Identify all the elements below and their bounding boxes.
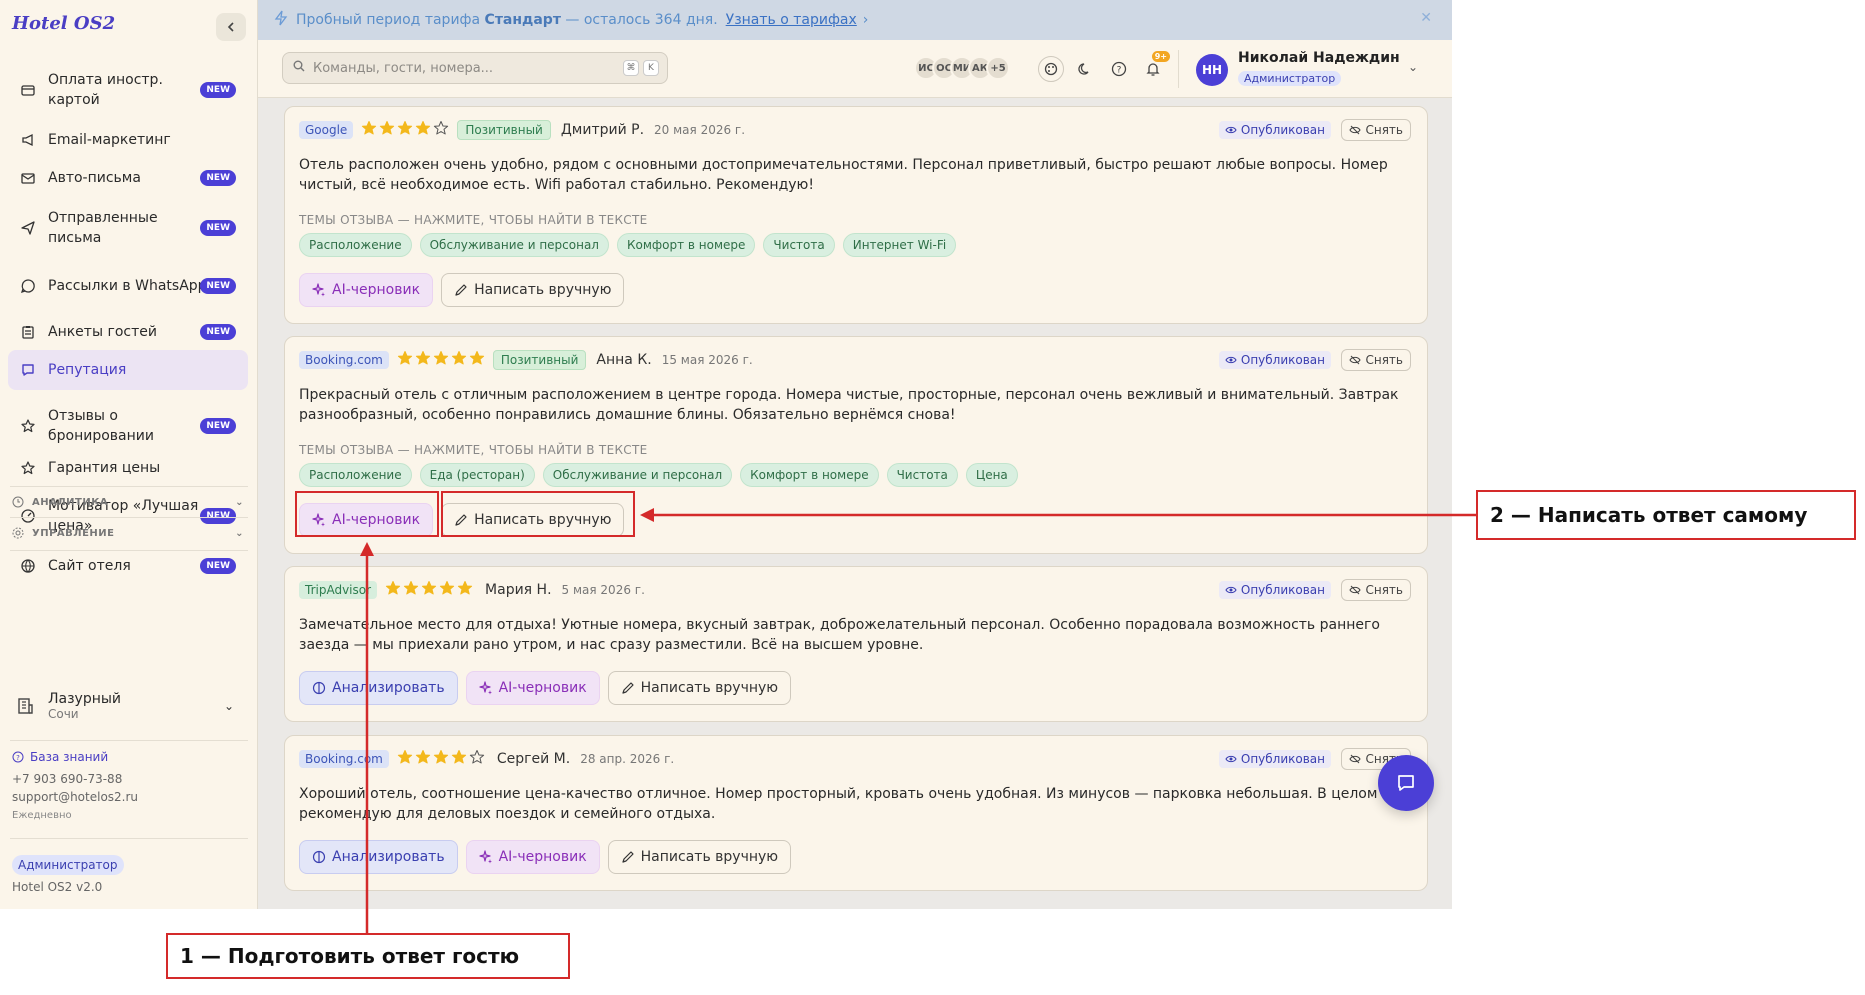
annotation-arrows (360, 508, 1476, 933)
arrow-head-2 (640, 508, 654, 522)
arrow-head-1 (360, 542, 374, 556)
